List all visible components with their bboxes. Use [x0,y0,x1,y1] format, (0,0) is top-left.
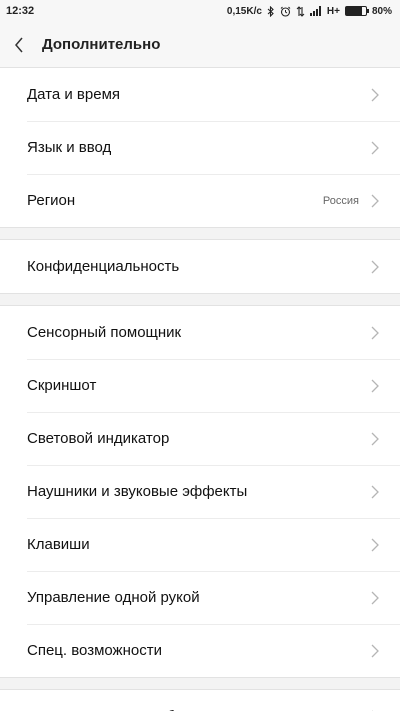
settings-item[interactable]: Скриншот [0,359,400,412]
settings-item-label: Сенсорный помощник [27,324,182,341]
chevron-right-icon [371,538,379,552]
battery-percent: 80% [371,5,392,17]
settings-item-label: Язык и ввод [27,139,112,156]
settings-item[interactable]: Конфиденциальность [0,240,400,293]
settings-group: Сенсорный помощник Скриншот Световой индик… [0,305,400,678]
chevron-right-icon [371,141,379,155]
chevron-right-icon [371,326,379,340]
settings-item-label: Спец. возможности [27,642,162,659]
settings-item[interactable]: Управление одной рукой [0,571,400,624]
settings-item[interactable]: Клавиши [0,518,400,571]
chevron-right-icon [371,591,379,605]
settings-item[interactable]: Регион Россия [0,174,400,227]
section-spacer [0,294,400,305]
settings-group: Дата и время Язык и ввод Регион Россия [0,67,400,228]
settings-item-label: Управление одной рукой [27,589,200,606]
settings-group: Конфиденциальность [0,239,400,294]
network-type: H+ [326,5,340,17]
settings-item[interactable]: Язык и ввод [0,121,400,174]
settings-item[interactable]: Спец. возможности [0,624,400,677]
battery-icon [344,6,369,16]
section-spacer [0,228,400,239]
network-speed: 0,15K/c [226,5,262,17]
signal-icon [309,6,322,16]
bluetooth-icon [267,5,275,17]
settings-item-label: Регион [27,192,76,209]
data-transfer-icon [296,5,305,17]
chevron-right-icon [371,194,379,208]
settings-item-label: Наушники и звуковые эффекты [27,483,248,500]
settings-group: Восстановление и сброс [0,689,400,711]
chevron-right-icon [371,379,379,393]
back-arrow-icon[interactable] [14,35,28,55]
status-time: 12:32 [6,5,35,17]
status-bar: 12:32 0,15K/c H+ 80% [0,0,400,22]
settings-item-value: Россия [322,194,359,207]
settings-item[interactable]: Восстановление и сброс [0,690,400,711]
settings-item-label: Скриншот [27,377,97,394]
chevron-right-icon [371,644,379,658]
app-header: Дополнительно [0,22,400,67]
settings-item[interactable]: Дата и время [0,68,400,121]
settings-item[interactable]: Световой индикатор [0,412,400,465]
settings-item[interactable]: Сенсорный помощник [0,306,400,359]
chevron-right-icon [371,485,379,499]
settings-item[interactable]: Наушники и звуковые эффекты [0,465,400,518]
chevron-right-icon [371,260,379,274]
chevron-right-icon [371,88,379,102]
settings-item-label: Клавиши [27,536,90,553]
settings-item-label: Световой индикатор [27,430,170,447]
settings-list: Дата и время Язык и ввод Регион Россия Конфи… [0,67,400,711]
chevron-right-icon [371,432,379,446]
alarm-icon [280,6,291,17]
settings-item-label: Дата и время [27,86,121,103]
settings-item-label: Конфиденциальность [27,258,180,275]
status-icons: 0,15K/c H+ 80% [226,5,392,17]
section-spacer [0,678,400,689]
page-title: Дополнительно [42,36,161,53]
